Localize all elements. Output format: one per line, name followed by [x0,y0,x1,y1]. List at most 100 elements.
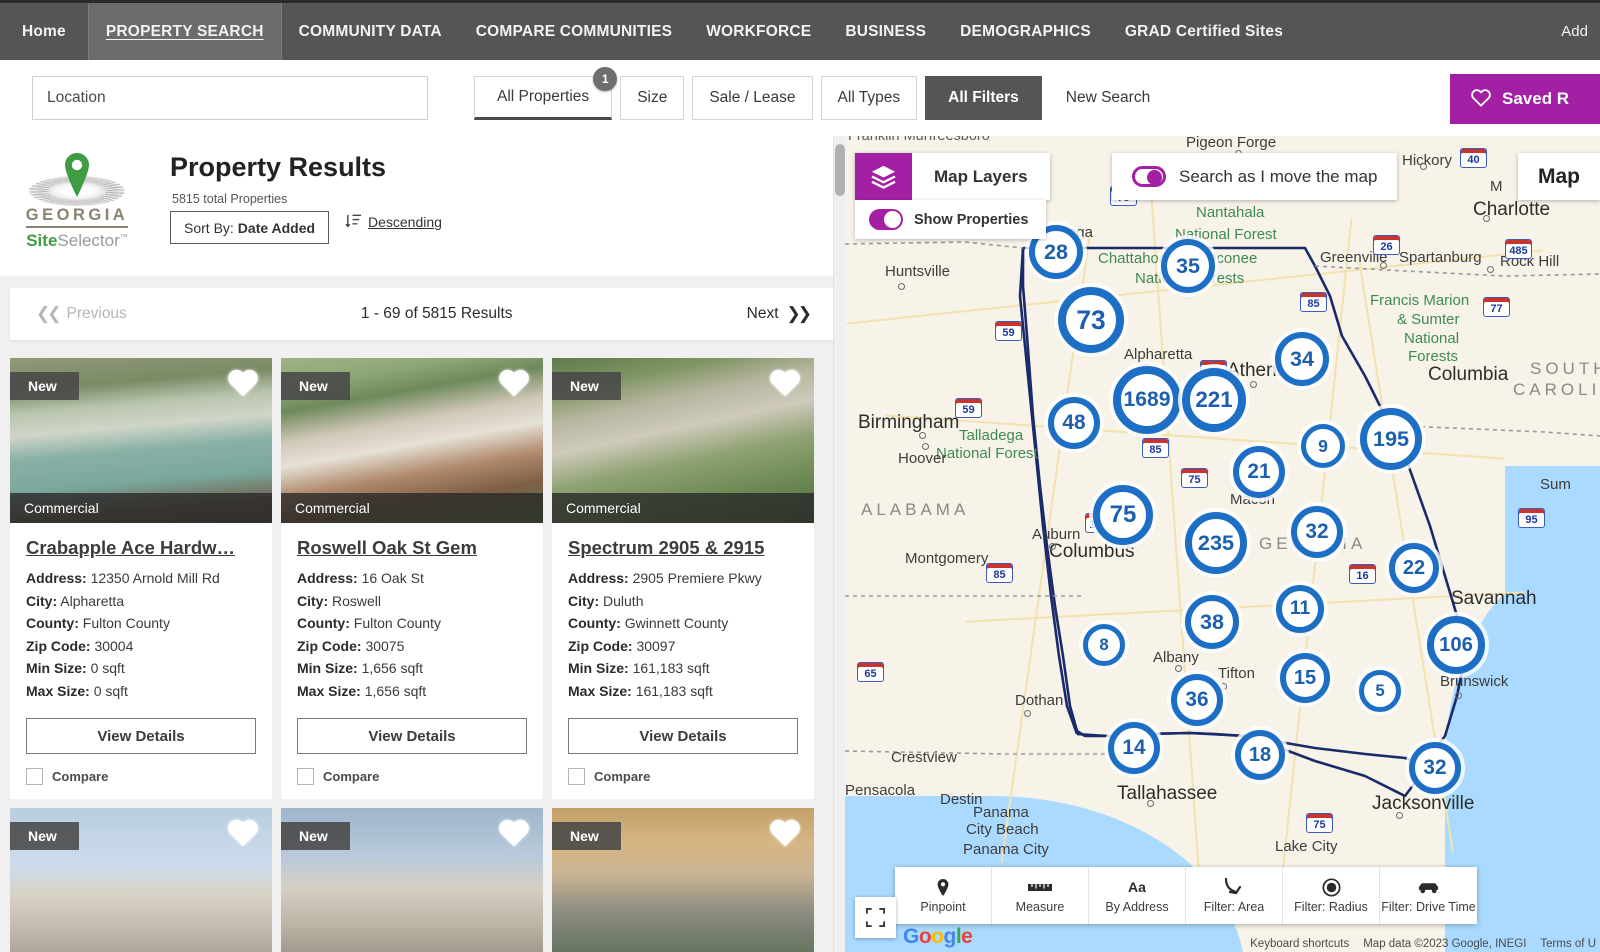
search-as-i-move-toggle[interactable] [1132,166,1166,187]
cluster-marker[interactable]: 32 [1291,506,1343,558]
cluster-marker[interactable]: 195 [1360,408,1422,470]
property-title-link[interactable]: Roswell Oak St Gem [297,537,527,559]
favorite-heart-icon[interactable] [768,816,802,850]
site-logo[interactable]: GEORGIA SiteSelector™ [22,150,132,251]
cluster-marker[interactable]: 8 [1083,624,1125,666]
nav-item-community-data[interactable]: COMMUNITY DATA [282,3,459,60]
cluster-marker[interactable]: 235 [1185,512,1247,574]
property-title-link[interactable]: Spectrum 2905 & 2915 [568,537,798,559]
show-properties-toggle-row[interactable]: Show Properties [855,200,1047,239]
cluster-marker[interactable]: 75 [1093,485,1153,545]
previous-page-button[interactable]: ❮❮ Previous [36,304,127,324]
next-page-button[interactable]: Next ❯❯ [747,304,812,324]
map-layers-control[interactable]: Map Layers [855,153,1050,200]
terms-of-use-link[interactable]: Terms of U [1540,938,1596,950]
nav-item-workforce[interactable]: WORKFORCE [689,3,828,60]
compare-checkbox[interactable] [26,768,43,785]
property-image[interactable]: New [10,808,272,952]
highway-shield-icon: 65 [857,662,884,682]
filter-all-types-button[interactable]: All Types [820,76,918,120]
map-tool-filter-drive-time[interactable]: Filter: Drive Time [1380,867,1477,924]
view-details-button[interactable]: View Details [26,718,256,754]
cluster-marker[interactable]: 48 [1048,397,1100,449]
property-image[interactable]: New Commercial [10,358,272,523]
cluster-marker[interactable]: 14 [1108,722,1160,774]
favorite-heart-icon[interactable] [497,816,531,850]
property-image[interactable]: New Commercial [552,358,814,523]
favorite-heart-icon[interactable] [226,366,260,400]
favorite-heart-icon[interactable] [768,366,802,400]
map-tool-pinpoint[interactable]: Pinpoint [895,867,992,924]
cluster-marker[interactable]: 15 [1280,653,1330,703]
favorite-heart-icon[interactable] [497,366,531,400]
nav-item-property-search[interactable]: PROPERTY SEARCH [87,3,282,60]
map-type-button[interactable]: Map [1518,153,1600,200]
property-zip-row: Zip Code: 30075 [297,635,527,658]
county-label: County: [297,615,350,631]
cluster-marker[interactable]: 32 [1409,742,1461,794]
map-tool-measure[interactable]: Measure [992,867,1089,924]
filter-size-button[interactable]: Size [620,76,685,120]
all-filters-button[interactable]: All Filters [925,76,1042,120]
view-details-button[interactable]: View Details [297,718,527,754]
cluster-marker[interactable]: 35 [1161,239,1215,293]
property-card[interactable]: New Commercial Roswell Oak St Gem Addres… [281,358,543,799]
nav-item-compare-communities[interactable]: COMPARE COMMUNITIES [459,3,689,60]
property-title-link[interactable]: Crabapple Ace Hardw… [26,537,256,559]
property-card[interactable]: New Commercial Crabapple Ace Hardw… Addr… [10,358,272,799]
map-tool-by-address[interactable]: Aa By Address [1089,867,1186,924]
property-image[interactable]: New Commercial [281,358,543,523]
nav-item-business[interactable]: BUSINESS [828,3,943,60]
results-scroll-area[interactable]: ❮❮ Previous 1 - 69 of 5815 Results Next … [0,276,845,952]
property-card[interactable]: New [10,808,272,952]
property-card[interactable]: New Commercial Spectrum 2905 & 2915 Addr… [552,358,814,799]
cluster-marker[interactable]: 9 [1301,424,1345,468]
compare-checkbox[interactable] [297,768,314,785]
map-tool-filter-area[interactable]: Filter: Area [1186,867,1283,924]
compare-checkbox[interactable] [568,768,585,785]
cluster-marker[interactable]: 11 [1276,585,1324,633]
scrollbar-thumb[interactable] [835,144,845,196]
nav-item-grad-certified-sites[interactable]: GRAD Certified Sites [1108,3,1300,60]
cluster-marker[interactable]: 38 [1185,595,1239,649]
map-label: Jacksonville [1372,793,1475,814]
map-tool-filter-radius[interactable]: Filter: Radius [1283,867,1380,924]
cluster-marker[interactable]: 5 [1359,670,1401,712]
new-search-button[interactable]: New Search [1050,76,1166,120]
cluster-marker[interactable]: 36 [1171,674,1223,726]
keyboard-shortcuts-link[interactable]: Keyboard shortcuts [1250,938,1349,950]
nav-item-demographics[interactable]: DEMOGRAPHICS [943,3,1108,60]
nav-label: WORKFORCE [706,22,812,40]
cluster-marker[interactable]: 73 [1058,287,1124,353]
cluster-marker[interactable]: 22 [1389,543,1439,593]
property-card[interactable]: New [281,808,543,952]
favorite-heart-icon[interactable] [226,816,260,850]
search-as-i-move-row[interactable]: Search as I move the map [1112,153,1398,200]
sort-direction-toggle[interactable]: Descending [345,212,442,232]
cluster-marker[interactable]: 221 [1182,368,1246,432]
show-properties-toggle[interactable] [869,209,903,230]
fullscreen-toggle-button[interactable] [855,897,896,938]
nav-add-label[interactable]: Add [1561,23,1592,40]
map-tool-label: Filter: Radius [1294,900,1368,914]
cluster-marker[interactable]: 34 [1275,332,1329,386]
saved-results-button[interactable]: Saved R [1450,74,1600,124]
filter-sale-lease-button[interactable]: Sale / Lease [692,76,813,120]
location-input[interactable] [32,76,428,120]
property-image[interactable]: New [281,808,543,952]
cluster-marker[interactable]: 21 [1233,446,1285,498]
sort-by-select[interactable]: Sort By: Date Added [170,211,330,244]
property-type-label: Commercial [552,493,814,523]
filter-tab-all-properties[interactable]: All Properties 1 [474,67,618,120]
map-canvas[interactable]: Franklin Murfreesboro Pigeon Forge Hickory… [845,136,1600,952]
cluster-marker[interactable]: 18 [1235,730,1285,780]
property-maxsize-row: Max Size: 1,656 sqft [297,680,527,703]
property-card[interactable]: New [552,808,814,952]
cluster-marker[interactable]: 1689 [1113,366,1181,434]
property-maxsize-row: Max Size: 161,183 sqft [568,680,798,703]
property-image[interactable]: New [552,808,814,952]
view-details-button[interactable]: View Details [568,718,798,754]
nav-item-home[interactable]: Home [0,3,88,60]
results-scrollbar[interactable] [833,136,845,952]
cluster-marker[interactable]: 106 [1427,616,1485,674]
